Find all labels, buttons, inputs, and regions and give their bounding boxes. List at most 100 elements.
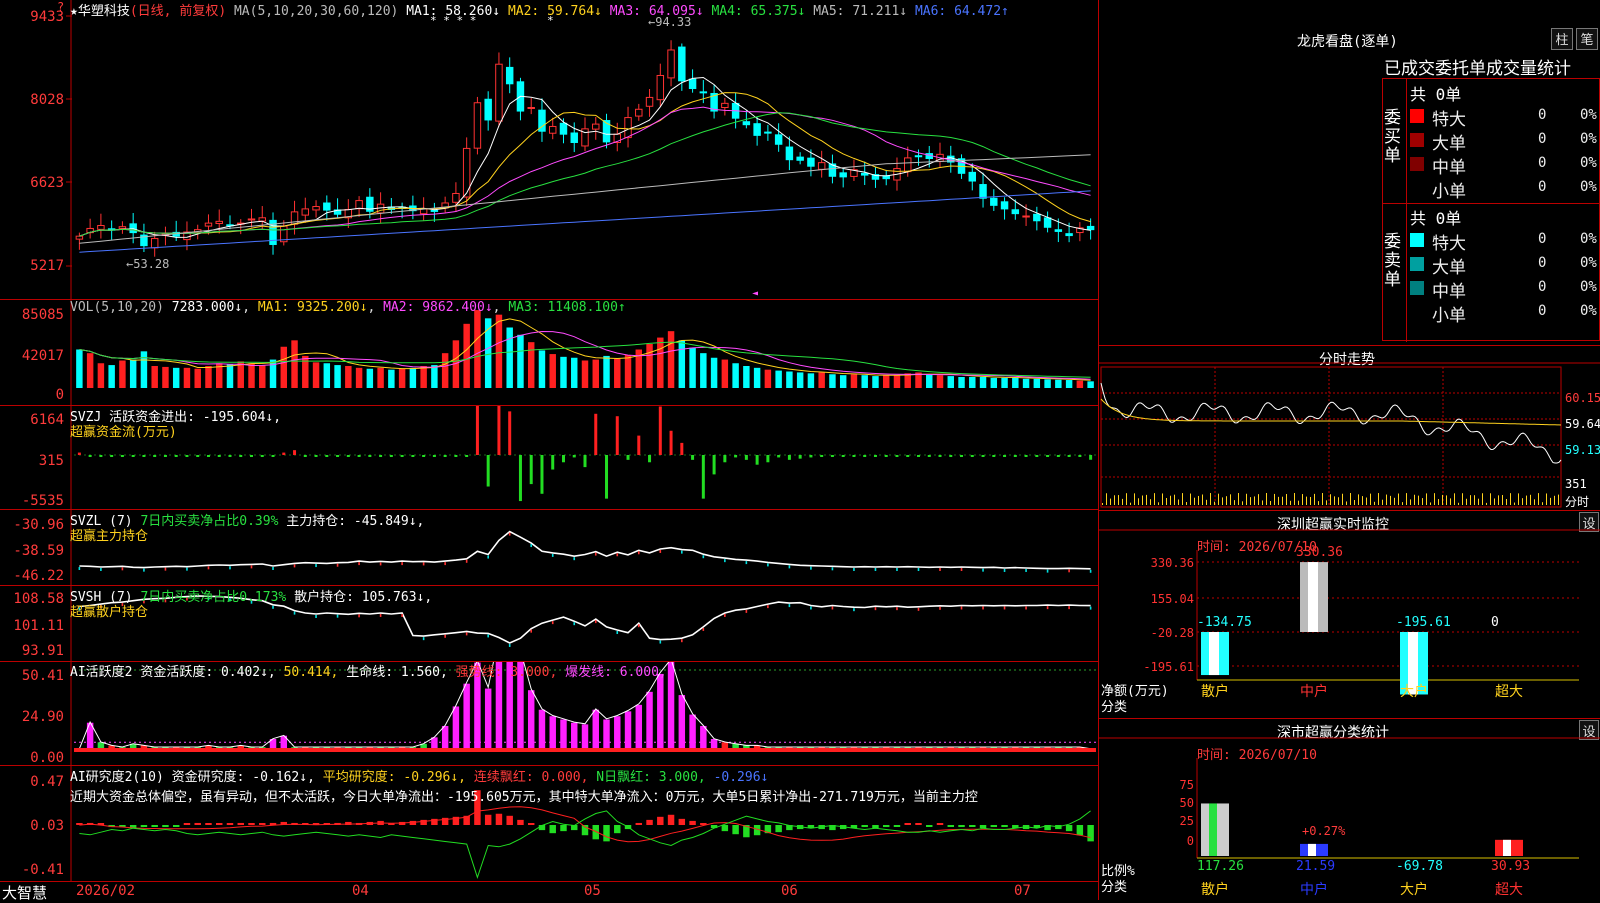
intraday-vol-bar bbox=[1386, 494, 1387, 505]
research-bar bbox=[1076, 825, 1084, 836]
classification-panel[interactable]: 深市超赢分类统计 设 时间: 2026/07/10 75 50 25 0 117.26 散… bbox=[1099, 718, 1600, 900]
flow-bar bbox=[841, 455, 845, 457]
buy-side-label: 委买单 bbox=[1384, 108, 1401, 166]
candle-body bbox=[570, 132, 578, 143]
flow-bar bbox=[1078, 455, 1082, 457]
volume-bar bbox=[377, 367, 384, 388]
intraday-vol-bar bbox=[1242, 501, 1243, 505]
volume-panel[interactable] bbox=[0, 300, 1098, 406]
candle-body bbox=[667, 49, 675, 79]
time-label: 05 bbox=[584, 883, 601, 899]
ai2-title: AI研究度2(10) bbox=[70, 770, 164, 785]
sell-total: 共 0单 bbox=[1410, 209, 1462, 228]
volume-bar bbox=[764, 369, 772, 388]
candle-body bbox=[807, 157, 815, 167]
candle-body bbox=[785, 146, 794, 161]
intraday-vol-bar bbox=[1418, 495, 1419, 505]
svzl-tick-mark bbox=[379, 562, 382, 566]
research-bar bbox=[162, 825, 169, 828]
time-label: 2026/02 bbox=[76, 883, 136, 899]
intraday-chart[interactable] bbox=[1099, 345, 1600, 510]
intraday-vol-bar bbox=[1302, 494, 1303, 505]
intraday-vol-bar bbox=[1334, 496, 1335, 505]
svzl-tick-mark bbox=[1025, 568, 1027, 572]
candle-body bbox=[323, 202, 331, 211]
intraday-vol-bar bbox=[1290, 500, 1291, 505]
order-stat-tab[interactable]: 已成交委托单成交量统计 bbox=[1384, 54, 1571, 79]
svsh-tick-mark bbox=[508, 643, 511, 647]
intraday-vol-bar bbox=[1186, 501, 1187, 505]
volume-bar bbox=[721, 359, 729, 388]
activity-bar bbox=[538, 709, 546, 752]
svzl-hold: 主力持仓: -45.849↓, bbox=[286, 514, 425, 529]
volume-bar bbox=[506, 327, 513, 388]
intraday-panel[interactable]: 分时走势 60.15 59.64 59.13 351 分时 bbox=[1099, 345, 1600, 511]
intraday-vol-bar bbox=[1494, 498, 1495, 505]
candle-body bbox=[764, 131, 772, 134]
flow-bar bbox=[282, 452, 286, 455]
intraday-vol-bar bbox=[1142, 495, 1143, 505]
flow-bar bbox=[766, 455, 770, 463]
svzl-tick-mark bbox=[401, 562, 403, 566]
class-chart[interactable]: 75 50 25 0117.26 散户 21.59 中户 -69.78 大户 30.93 超大 bbox=[1099, 718, 1600, 900]
order-type: 小单 bbox=[1432, 306, 1466, 326]
realtime-monitor-panel[interactable]: 深圳超赢实时监控 设 时间: 2026/07/10 330.36 155.04 -2… bbox=[1099, 510, 1600, 719]
order-color-swatch bbox=[1410, 133, 1424, 147]
svsh-tick-mark bbox=[724, 613, 726, 617]
dragon-tiger-panel[interactable]: 龙虎看盘(逐单) 柱 笔 已成交委托单成交量统计 委买单 共 0单 特大 0 0% 大… bbox=[1099, 0, 1600, 346]
intraday-vol-bar bbox=[1506, 498, 1507, 505]
order-count: 0 bbox=[1538, 279, 1547, 295]
svsh-tick-mark bbox=[444, 634, 446, 638]
volume-bar bbox=[958, 376, 965, 388]
vol-tick: 42017 bbox=[21, 348, 64, 364]
order-count: 0 bbox=[1538, 131, 1547, 147]
bar-view-button[interactable]: 柱 bbox=[1551, 28, 1573, 50]
ai1-e: 爆发线: 6.000, bbox=[565, 665, 667, 680]
flow-bar bbox=[465, 455, 469, 457]
flow-bar bbox=[99, 455, 103, 457]
order-type: 中单 bbox=[1432, 158, 1466, 178]
svzl-tick-mark bbox=[659, 549, 662, 553]
order-type: 大单 bbox=[1432, 258, 1466, 278]
favorite-star-icon[interactable]: ★ bbox=[70, 4, 78, 19]
intraday-vol-bar bbox=[1130, 502, 1131, 505]
volume-bar bbox=[667, 331, 675, 388]
intraday-vol-bar bbox=[1278, 496, 1279, 505]
time-label: 06 bbox=[781, 883, 798, 899]
svsh-tick-mark bbox=[788, 604, 791, 608]
svzl-tick-mark bbox=[788, 565, 791, 569]
activity-bar bbox=[635, 704, 643, 752]
kline-chart[interactable]: ◄ bbox=[0, 0, 1098, 300]
flow-bar bbox=[174, 455, 178, 457]
volume-bar bbox=[926, 374, 933, 388]
svzl-tick-mark bbox=[681, 550, 683, 554]
question-icon[interactable]: ? bbox=[57, 0, 64, 14]
kline-panel[interactable]: ◄ bbox=[0, 0, 1098, 300]
svzl-tick-mark bbox=[896, 567, 898, 571]
volume-bar bbox=[732, 363, 739, 388]
flow-bar bbox=[1089, 455, 1093, 460]
tick-view-button[interactable]: 笔 bbox=[1576, 28, 1598, 50]
monitor-chart[interactable]: 330.36 155.04 -20.28 -195.61 -134.75 散户 330.36… bbox=[1099, 510, 1600, 718]
time-axis[interactable]: 大智慧 2026/02 04 05 06 07 bbox=[0, 882, 1098, 902]
flow-bar bbox=[497, 406, 501, 455]
flow-bar bbox=[863, 455, 867, 457]
svsh-tick-mark bbox=[594, 620, 597, 624]
volume-chart[interactable] bbox=[0, 300, 1098, 406]
intraday-vol-bar bbox=[1466, 498, 1467, 505]
intraday-vol-bar bbox=[1246, 493, 1247, 505]
class-tick: 0 bbox=[1187, 834, 1194, 848]
volume-bar bbox=[97, 363, 105, 388]
research-bar bbox=[506, 815, 513, 825]
volume-bar bbox=[172, 367, 180, 388]
flow-bar bbox=[454, 455, 458, 457]
flow-bar bbox=[508, 411, 512, 455]
period-mode[interactable]: (日线, 前复权) bbox=[130, 4, 226, 19]
flow-bar bbox=[271, 455, 275, 457]
current-marker: ◄ bbox=[752, 288, 758, 299]
stock-name[interactable]: 华塑科技 bbox=[78, 4, 130, 19]
intraday-vol-bar bbox=[1546, 493, 1547, 505]
intraday-vol-bar bbox=[1274, 493, 1275, 505]
ai2-e: -0.296↓ bbox=[713, 770, 769, 785]
class-value: 21.59 bbox=[1296, 859, 1335, 874]
